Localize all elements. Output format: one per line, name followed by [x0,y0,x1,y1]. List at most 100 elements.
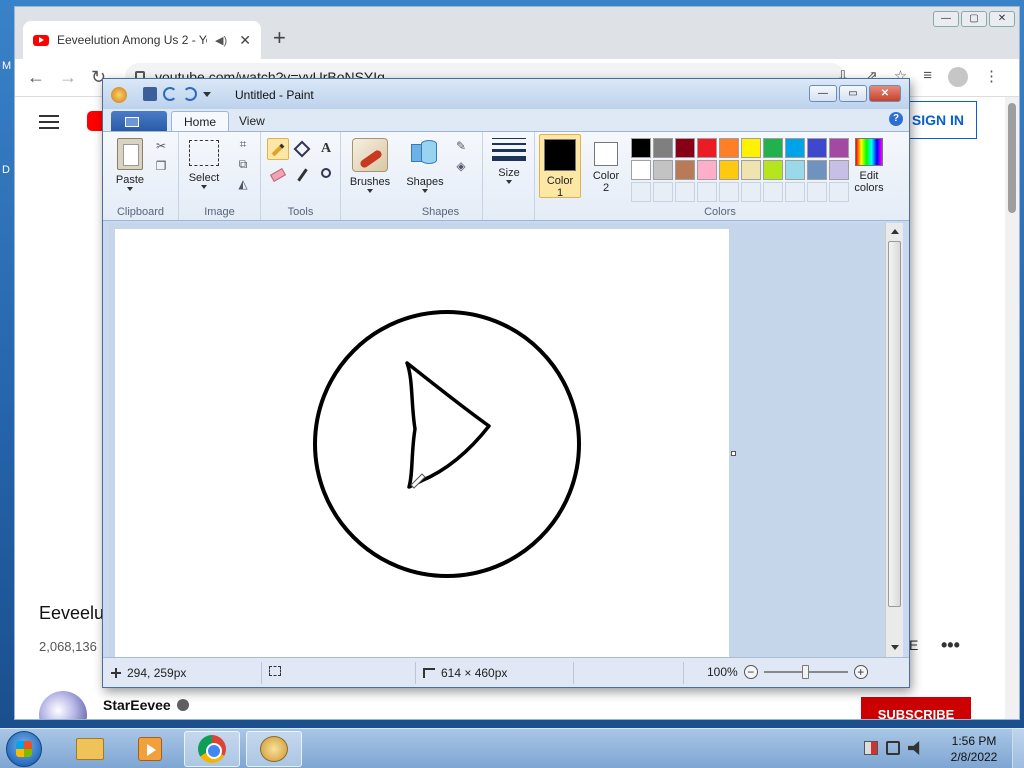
zoom-out-button[interactable]: − [743,665,758,679]
tab-view[interactable]: View [227,111,277,131]
custom-color-slot[interactable] [829,182,849,202]
pencil-tool-button[interactable] [267,138,289,160]
maximize-button[interactable]: ▭ [839,85,867,102]
tab-home[interactable]: Home [171,111,230,131]
custom-color-slot[interactable] [675,182,695,202]
canvas-scrollbar[interactable] [885,223,903,657]
close-button[interactable]: ✕ [869,85,901,102]
zoom-slider-thumb[interactable] [801,665,809,679]
color-swatch[interactable] [653,160,673,180]
channel-name[interactable]: StarEevee [103,697,189,713]
color-swatch[interactable] [719,138,739,158]
custom-color-slot[interactable] [719,182,739,202]
color1-button[interactable]: Color 1 [539,134,581,199]
fill-icon[interactable]: ◈ [453,158,469,174]
scroll-down-icon[interactable] [891,645,899,650]
taskbar-paint-button[interactable] [246,731,302,767]
paint-app-icon[interactable] [111,87,127,103]
color-swatch[interactable] [741,138,761,158]
custom-color-slot[interactable] [741,182,761,202]
profile-icon[interactable] [948,67,968,87]
resize-handle-right[interactable] [731,451,736,456]
taskbar-media-player-button[interactable] [122,731,178,767]
scrollbar-thumb[interactable] [1008,103,1016,213]
channel-avatar[interactable] [39,691,87,719]
help-icon[interactable]: ? [889,112,903,126]
undo-icon[interactable] [163,87,177,101]
paste-button[interactable]: Paste [111,138,149,191]
custom-color-slot[interactable] [785,182,805,202]
color-swatch[interactable] [763,160,783,180]
maximize-button[interactable]: ▢ [961,11,987,27]
minimize-button[interactable]: — [933,11,959,27]
custom-color-slot[interactable] [763,182,783,202]
color-swatch[interactable] [785,160,805,180]
text-tool-button[interactable]: A [315,138,337,160]
color-swatch[interactable] [785,138,805,158]
tab-close-icon[interactable]: ✕ [239,32,251,49]
custom-color-slot[interactable] [631,182,651,202]
color-swatch[interactable] [807,138,827,158]
action-center-flag-icon[interactable] [864,741,878,755]
color2-button[interactable]: Color 2 [585,134,627,198]
browser-tab[interactable]: Eeveelution Among Us 2 - YouTube ◀︎) ✕ [23,21,261,59]
color-swatch[interactable] [631,160,651,180]
more-actions-button[interactable]: ••• [941,635,960,656]
color-swatch[interactable] [697,138,717,158]
hamburger-menu-icon[interactable] [39,115,59,129]
zoom-in-button[interactable]: + [853,665,868,679]
show-desktop-button[interactable] [1012,729,1024,768]
select-button[interactable]: Select [185,140,223,189]
forward-icon[interactable]: → [59,67,77,88]
taskbar-chrome-button[interactable] [184,731,240,767]
color-swatch[interactable] [631,138,651,158]
custom-color-slot[interactable] [807,182,827,202]
scroll-up-icon[interactable] [891,229,899,234]
rotate-icon[interactable]: ◭ [235,176,251,192]
menu-dots-icon[interactable]: ⋮ [984,67,999,87]
page-scrollbar[interactable] [1005,97,1019,719]
minimize-button[interactable]: — [809,85,837,102]
color-swatch[interactable] [829,160,849,180]
color-swatch[interactable] [763,138,783,158]
color-swatch[interactable] [719,160,739,180]
color-swatch[interactable] [653,138,673,158]
copy-icon[interactable]: ❐ [153,158,169,174]
color-swatch[interactable] [807,160,827,180]
custom-color-slot[interactable] [653,182,673,202]
paint-menu-button[interactable] [111,111,167,131]
color-swatch[interactable] [829,138,849,158]
custom-color-slot[interactable] [697,182,717,202]
color-swatch[interactable] [697,160,717,180]
save-icon[interactable] [143,87,157,101]
scrollbar-thumb[interactable] [888,241,901,607]
color-swatch[interactable] [675,160,695,180]
tab-audio-icon[interactable]: ◀︎) [215,34,227,47]
magnifier-tool-button[interactable] [315,164,337,186]
taskbar-explorer-button[interactable] [62,731,118,767]
shapes-button[interactable]: Shapes [403,138,447,193]
network-icon[interactable] [886,741,900,755]
subscribe-button[interactable]: SUBSCRIBE [861,697,971,719]
customize-dropdown-icon[interactable] [203,92,211,97]
drawing-canvas[interactable] [115,229,729,657]
color-swatch[interactable] [675,138,695,158]
start-button[interactable] [6,731,42,767]
color-picker-tool-button[interactable] [291,164,313,186]
volume-icon[interactable] [908,741,920,755]
resize-icon[interactable]: ⧉ [235,156,251,172]
eraser-tool-button[interactable] [267,164,289,186]
close-button[interactable]: ✕ [989,11,1015,27]
cut-icon[interactable]: ✂ [153,138,169,154]
brushes-button[interactable]: Brushes [345,138,395,193]
new-tab-button[interactable]: + [273,25,286,51]
outline-icon[interactable]: ✎ [453,138,469,154]
size-button[interactable]: Size [489,136,529,184]
color-swatch[interactable] [741,160,761,180]
edit-colors-button[interactable]: Edit colors [849,136,889,194]
zoom-slider[interactable] [763,665,848,679]
reading-list-icon[interactable]: ≡ [923,67,932,87]
back-icon[interactable]: ← [27,67,45,88]
redo-icon[interactable] [183,87,197,101]
fill-tool-button[interactable] [291,138,313,160]
